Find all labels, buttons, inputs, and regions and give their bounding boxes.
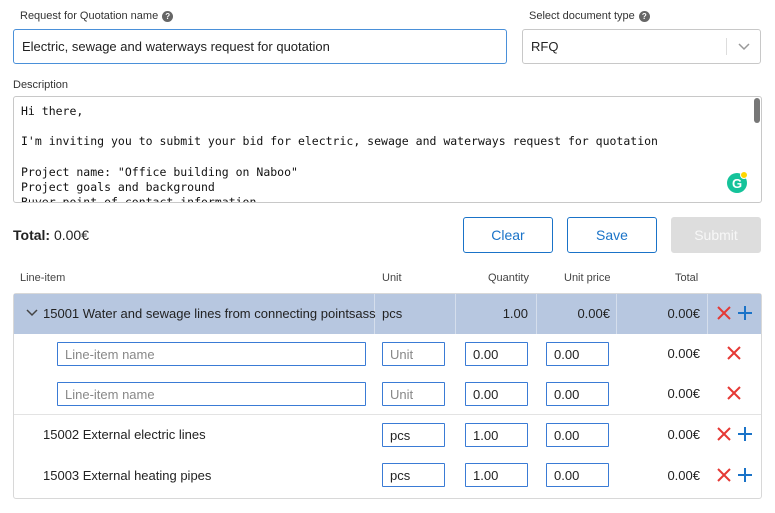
unit-placeholder: Unit [390, 386, 414, 402]
notification-dot [740, 171, 748, 179]
parent-item-total: 0.00€ [667, 306, 700, 321]
column-header-unit-price: Unit price [564, 272, 611, 284]
column-header-line-item: Line-item [20, 272, 66, 284]
parent-item-name: 15001 Water and sewage lines from connec… [43, 306, 376, 321]
rfq-name-label-text: Request for Quotation name [20, 10, 159, 22]
help-icon[interactable]: ? [638, 10, 650, 22]
unit-price-input[interactable]: 0.00 [546, 423, 609, 447]
unit-price-value: 0.00 [554, 386, 580, 402]
quantity-value: 0.00 [473, 346, 499, 362]
chevron-down-icon[interactable] [26, 308, 38, 318]
quantity-value: 1.00 [473, 467, 499, 483]
quantity-input[interactable]: 0.00 [465, 342, 528, 366]
total-value: 0.00€ [53, 227, 90, 243]
quantity-input[interactable]: 0.00 [465, 382, 528, 406]
quantity-value: 1.00 [473, 427, 499, 443]
description-label: Description [13, 79, 68, 91]
close-icon[interactable] [716, 467, 732, 483]
quantity-input[interactable]: 1.00 [465, 423, 528, 447]
column-header-unit: Unit [382, 272, 402, 284]
clear-button[interactable]: Clear [463, 217, 553, 253]
unit-input[interactable]: Unit [382, 342, 445, 366]
quantity-value: 0.00 [473, 386, 499, 402]
doc-type-value: RFQ [531, 39, 559, 54]
unit-input[interactable]: Unit [382, 382, 445, 406]
description-text: Hi there, I'm inviting you to submit you… [21, 104, 658, 203]
close-icon[interactable] [726, 385, 742, 401]
plus-icon[interactable] [737, 305, 753, 321]
child-item-total: 0.00€ [667, 386, 700, 401]
cell-divider [616, 294, 617, 334]
doc-type-select[interactable]: RFQ [522, 29, 761, 64]
doc-type-label: Select document type ? [529, 10, 650, 22]
unit-input[interactable]: pcs [382, 463, 445, 487]
scrollbar-thumb[interactable] [754, 98, 760, 123]
parent-item-quantity: 1.00 [502, 306, 528, 321]
plus-icon[interactable] [737, 467, 753, 483]
line-item-name-placeholder: Line-item name [65, 386, 155, 402]
unit-value: pcs [390, 427, 411, 443]
line-item-name-placeholder: Line-item name [65, 346, 155, 362]
row-divider [14, 414, 761, 415]
help-icon[interactable]: ? [162, 10, 174, 22]
unit-price-value: 0.00 [554, 427, 580, 443]
close-icon[interactable] [716, 305, 732, 321]
doc-type-label-text: Select document type [529, 10, 635, 22]
unit-placeholder: Unit [390, 346, 414, 362]
line-item-name-input[interactable]: Line-item name [57, 382, 366, 406]
column-header-total: Total [675, 272, 699, 284]
total-summary: Total: 0.00€ [13, 227, 89, 243]
close-icon[interactable] [726, 345, 742, 361]
line-item-name: 15003 External heating pipes [43, 468, 212, 483]
unit-input[interactable]: pcs [382, 423, 445, 447]
quantity-input[interactable]: 1.00 [465, 463, 528, 487]
line-item-total: 0.00€ [667, 468, 700, 483]
cell-divider [455, 294, 456, 334]
description-textarea[interactable]: Hi there, I'm inviting you to submit you… [13, 96, 762, 203]
unit-price-value: 0.00 [554, 467, 580, 483]
line-item-total: 0.00€ [667, 427, 700, 442]
total-label: Total: [13, 227, 51, 243]
cell-divider [536, 294, 537, 334]
cell-divider [707, 294, 708, 334]
line-item-name: 15002 External electric lines [43, 427, 206, 442]
unit-price-input[interactable]: 0.00 [546, 342, 609, 366]
unit-price-value: 0.00 [554, 346, 580, 362]
submit-button-label: Submit [694, 227, 738, 243]
rfq-name-label: Request for Quotation name ? [20, 10, 174, 22]
unit-value: pcs [390, 467, 411, 483]
line-item-name-input[interactable]: Line-item name [57, 342, 366, 366]
parent-item-unit: pcs [382, 306, 403, 321]
save-button-label: Save [596, 227, 628, 243]
clear-button-label: Clear [491, 227, 525, 243]
rfq-name-input[interactable]: Electric, sewage and waterways request f… [13, 29, 507, 64]
save-button[interactable]: Save [567, 217, 657, 253]
submit-button[interactable]: Submit [671, 217, 761, 253]
column-header-quantity: Quantity [488, 272, 529, 284]
chevron-down-icon[interactable] [726, 38, 760, 55]
close-icon[interactable] [716, 426, 732, 442]
description-label-text: Description [13, 79, 69, 91]
unit-price-input[interactable]: 0.00 [546, 463, 609, 487]
child-item-total: 0.00€ [667, 346, 700, 361]
rfq-name-value: Electric, sewage and waterways request f… [22, 39, 330, 54]
plus-icon[interactable] [737, 426, 753, 442]
parent-item-unit-price: 0.00€ [577, 306, 610, 321]
unit-price-input[interactable]: 0.00 [546, 382, 609, 406]
